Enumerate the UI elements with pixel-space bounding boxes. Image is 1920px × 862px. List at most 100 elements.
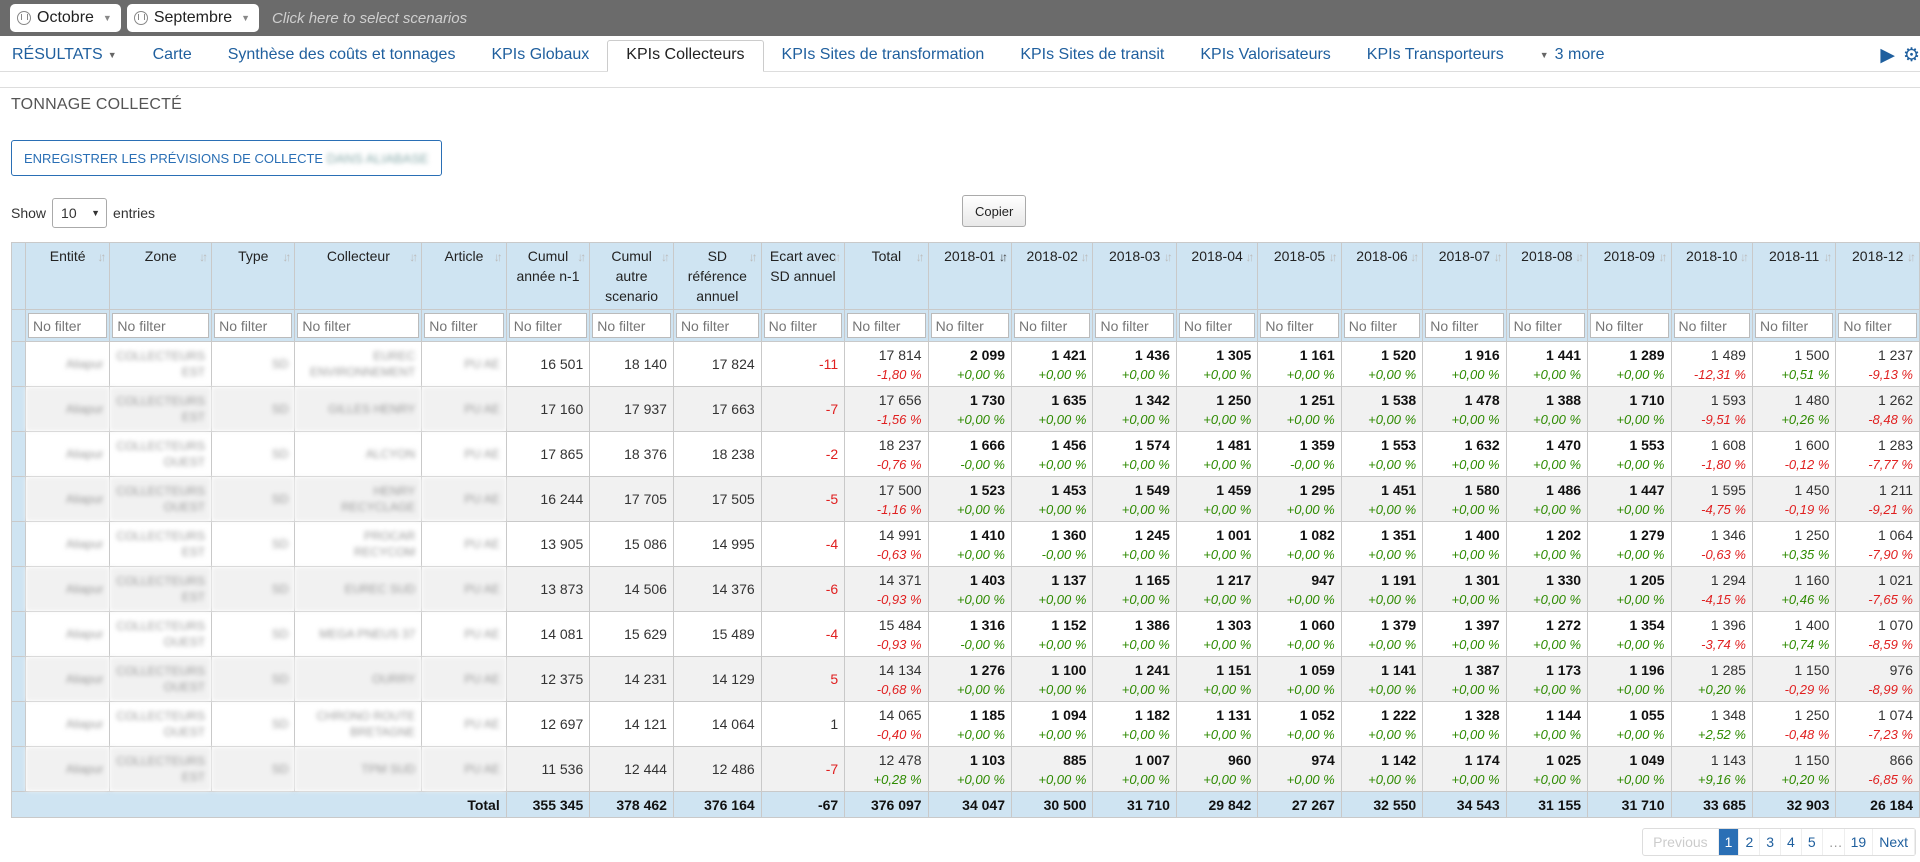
- cell-ecart: -5: [760, 476, 846, 522]
- column-header[interactable]: Collecteur ↓↑: [294, 242, 423, 310]
- cell-month-percent: +0,00 %: [1616, 726, 1665, 742]
- scenario-selector-first[interactable]: Octobre ▼: [10, 4, 121, 32]
- column-header[interactable]: Ecart avec SD annuel ↓↑: [760, 242, 846, 310]
- column-filter-input[interactable]: [297, 313, 420, 338]
- cell-month: 1 059 +0,00 %: [1257, 656, 1342, 702]
- cell-month-percent: +0,00 %: [956, 591, 1005, 607]
- column-header[interactable]: 2018-11 ↓↑: [1751, 242, 1837, 310]
- page-button[interactable]: 1: [1718, 829, 1740, 855]
- cell-month-percent: +0,00 %: [1451, 681, 1500, 697]
- column-filter-input[interactable]: [424, 313, 504, 338]
- play-icon[interactable]: ▶︎: [1880, 44, 1895, 67]
- tab-kpis-sites-transit[interactable]: KPIs Sites de transit: [1002, 46, 1182, 71]
- copy-button[interactable]: Copier: [962, 195, 1027, 227]
- cell-month: 1 403 +0,00 %: [927, 566, 1013, 612]
- column-header[interactable]: Total ↓↑: [844, 242, 929, 310]
- column-header[interactable]: Cumul année n-1 ↓↑: [505, 242, 591, 310]
- column-header[interactable]: Type ↓↑: [211, 242, 296, 310]
- column-header[interactable]: 2018-12 ↓↑: [1835, 242, 1920, 310]
- scenario-search-input[interactable]: Click here to select scenarios: [272, 10, 467, 27]
- column-filter-input[interactable]: [112, 313, 210, 338]
- cell-month: 1 144 +0,00 %: [1505, 701, 1589, 747]
- column-filter-input[interactable]: [675, 313, 759, 338]
- column-filter-input[interactable]: [763, 313, 843, 338]
- cell-month: 1 608 -1,80 %: [1670, 431, 1753, 477]
- page-button[interactable]: 4: [1781, 829, 1802, 855]
- tab-kpis-globaux[interactable]: KPIs Globaux: [473, 46, 607, 71]
- page-button[interactable]: 19: [1845, 829, 1874, 855]
- page-button[interactable]: 3: [1760, 829, 1782, 855]
- main-nav: RÉSULTATS ▼ Carte Synthèse des coûts et t…: [0, 36, 1920, 72]
- column-filter-input[interactable]: [27, 313, 108, 338]
- cell-coll: MEGA PNEUS 37: [294, 611, 423, 657]
- cell-art: PU AE: [421, 341, 507, 387]
- footer-total-value: 34 047: [927, 791, 1013, 818]
- cell-month-value: 2 099: [969, 346, 1005, 363]
- column-filter-input[interactable]: [1095, 313, 1174, 338]
- column-header[interactable]: 2018-03 ↓↑: [1092, 242, 1177, 310]
- gear-icon[interactable]: ⚙: [1903, 44, 1920, 67]
- cell-month-value: 1 279: [1629, 526, 1665, 543]
- next-button[interactable]: Next: [1873, 829, 1915, 855]
- cell-month-percent: -0,00 %: [1289, 456, 1335, 472]
- column-filter-input[interactable]: [214, 313, 293, 338]
- nav-results-menu[interactable]: RÉSULTATS ▼: [4, 46, 135, 71]
- page-button[interactable]: 5: [1802, 829, 1823, 855]
- cell-total-value: 17 500: [878, 481, 922, 498]
- cell-month: 1 348 +2,52 %: [1670, 701, 1753, 747]
- cell-month-value: 1 486: [1546, 481, 1582, 498]
- column-header[interactable]: SD référence annuel ↓↑: [672, 242, 762, 310]
- column-filter-input[interactable]: [1508, 313, 1586, 338]
- tab-synthese[interactable]: Synthèse des coûts et tonnages: [210, 46, 474, 71]
- column-filter-input[interactable]: [1260, 313, 1339, 338]
- cell-month-percent: +0,00 %: [1368, 366, 1417, 382]
- column-header[interactable]: 2018-10 ↓↑: [1670, 242, 1753, 310]
- column-header-label: 2018-09: [1603, 248, 1655, 264]
- cell-month: 1 386 +0,00 %: [1092, 611, 1177, 657]
- cell-month-value: 1 403: [969, 571, 1005, 588]
- column-filter-input[interactable]: [1838, 313, 1917, 338]
- cell-total-percent: -1,80 %: [876, 366, 922, 382]
- column-header[interactable]: Zone ↓↑: [109, 242, 213, 310]
- cell-month: 1 152 +0,00 %: [1010, 611, 1094, 657]
- column-header[interactable]: 2018-08 ↓↑: [1505, 242, 1589, 310]
- cell-month-value: 1 294: [1710, 571, 1746, 588]
- tab-kpis-sites-transformation[interactable]: KPIs Sites de transformation: [764, 46, 1003, 71]
- cell-month-value: 1 250: [1216, 391, 1252, 408]
- tab-more[interactable]: ▼ 3 more: [1522, 46, 1623, 71]
- cell-total: 17 656 -1,56 %: [844, 386, 929, 432]
- column-header[interactable]: 2018-04 ↓↑: [1175, 242, 1259, 310]
- footer-total-value: 378 462: [589, 791, 674, 818]
- column-filter-input[interactable]: [508, 313, 588, 338]
- tab-kpis-transporteurs[interactable]: KPIs Transporteurs: [1349, 46, 1522, 71]
- tab-carte[interactable]: Carte: [135, 46, 210, 71]
- column-filter-input[interactable]: [1425, 313, 1504, 338]
- column-header[interactable]: 2018-09 ↓↑: [1587, 242, 1672, 310]
- column-header[interactable]: Article ↓↑: [421, 242, 507, 310]
- column-filter-input[interactable]: [1673, 313, 1750, 338]
- column-header[interactable]: 2018-05 ↓↑: [1257, 242, 1342, 310]
- page-size-select[interactable]: 10 ▼: [52, 198, 108, 228]
- column-header[interactable]: 2018-07 ↓↑: [1422, 242, 1507, 310]
- column-filter-input[interactable]: [1343, 313, 1421, 338]
- column-filter-input[interactable]: [1754, 313, 1834, 338]
- column-header[interactable]: 2018-02 ↓↑: [1010, 242, 1094, 310]
- cell-total-percent: -0,40 %: [876, 726, 922, 742]
- column-header[interactable]: Cumul autre scenario ↓↑: [589, 242, 674, 310]
- column-header[interactable]: 2018-06 ↓↑: [1340, 242, 1424, 310]
- column-filter-input[interactable]: [1590, 313, 1669, 338]
- column-filter-input[interactable]: [930, 313, 1009, 338]
- previous-button[interactable]: Previous: [1643, 829, 1719, 855]
- column-header[interactable]: Entité ↓↑: [24, 242, 111, 310]
- page-button[interactable]: 2: [1739, 829, 1761, 855]
- column-filter-input[interactable]: [1014, 313, 1091, 338]
- column-filter-input[interactable]: [1178, 313, 1256, 338]
- column-filter-input[interactable]: [847, 313, 926, 338]
- tab-kpis-valorisateurs[interactable]: KPIs Valorisateurs: [1182, 46, 1348, 71]
- save-forecast-button[interactable]: ENREGISTRER LES PRÉVISIONS DE COLLECTE D…: [11, 140, 442, 176]
- column-filter-input[interactable]: [592, 313, 671, 338]
- column-header[interactable]: 2018-01 ↓↑: [927, 242, 1013, 310]
- cell-total-percent: +0,28 %: [873, 771, 922, 787]
- scenario-selector-second[interactable]: Septembre ▼: [126, 4, 260, 32]
- tab-kpis-collecteurs[interactable]: KPIs Collecteurs: [607, 40, 764, 72]
